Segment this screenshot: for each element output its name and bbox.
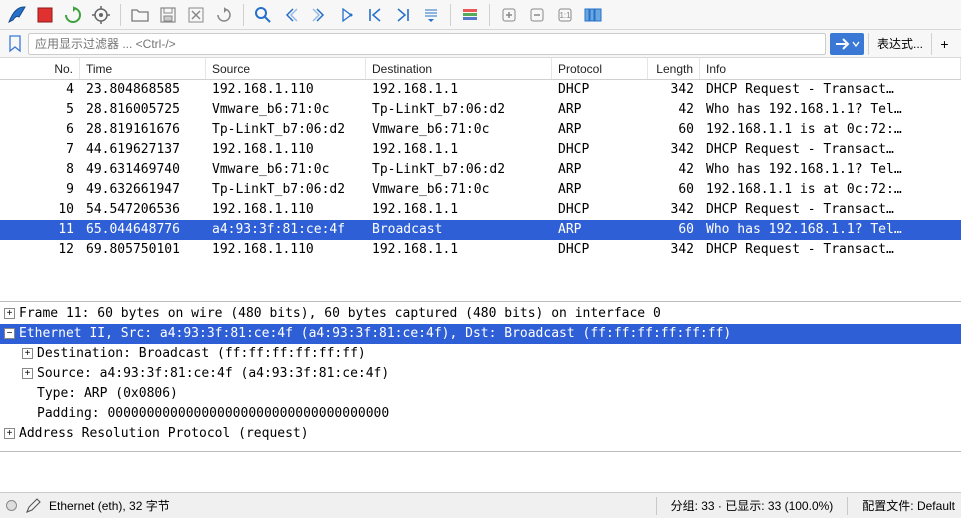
detail-line[interactable]: Padding: 0000000000000000000000000000000… bbox=[0, 404, 961, 424]
packet-details-pane[interactable]: +Frame 11: 60 bytes on wire (480 bits), … bbox=[0, 302, 961, 452]
detail-line[interactable]: Type: ARP (0x0806) bbox=[0, 384, 961, 404]
packet-row[interactable]: 1054.547206536192.168.1.110192.168.1.1DH… bbox=[0, 200, 961, 220]
col-header-info[interactable]: Info bbox=[700, 58, 961, 79]
filter-bookmark-icon[interactable] bbox=[4, 33, 26, 55]
restart-capture-button[interactable] bbox=[60, 3, 86, 27]
goto-first-button[interactable] bbox=[362, 3, 388, 27]
resize-columns-button[interactable] bbox=[580, 3, 606, 27]
expand-icon[interactable]: + bbox=[22, 348, 33, 359]
toolbar-separator bbox=[120, 4, 121, 26]
detail-line[interactable]: +Address Resolution Protocol (request) bbox=[0, 424, 961, 444]
colorize-button[interactable] bbox=[457, 3, 483, 27]
col-header-protocol[interactable]: Protocol bbox=[552, 58, 648, 79]
packet-list-body[interactable]: 423.804868585192.168.1.110192.168.1.1DHC… bbox=[0, 80, 961, 260]
packet-row[interactable]: 628.819161676Tp-LinkT_b7:06:d2Vmware_b6:… bbox=[0, 120, 961, 140]
save-file-button[interactable] bbox=[155, 3, 181, 27]
shark-fin-icon[interactable] bbox=[4, 3, 30, 27]
expert-info-indicator[interactable] bbox=[6, 500, 17, 511]
edit-icon[interactable] bbox=[25, 498, 41, 514]
status-packet-count: 分组: 33 · 已显示: 33 (100.0%) bbox=[671, 497, 834, 514]
packet-bytes-pane[interactable] bbox=[0, 452, 961, 493]
col-header-no[interactable]: No. bbox=[0, 58, 80, 79]
detail-line[interactable]: +Source: a4:93:3f:81:ce:4f (a4:93:3f:81:… bbox=[0, 364, 961, 384]
zoom-out-button[interactable] bbox=[524, 3, 550, 27]
packet-row[interactable]: 849.631469740Vmware_b6:71:0cTp-LinkT_b7:… bbox=[0, 160, 961, 180]
status-profile[interactable]: 配置文件: Default bbox=[862, 497, 955, 514]
main-toolbar: 1:1 bbox=[0, 0, 961, 30]
add-filter-button[interactable]: + bbox=[931, 33, 957, 55]
svg-text:1:1: 1:1 bbox=[559, 11, 571, 20]
packet-list-pane: No. Time Source Destination Protocol Len… bbox=[0, 58, 961, 302]
find-packet-button[interactable] bbox=[250, 3, 276, 27]
stop-capture-button[interactable] bbox=[32, 3, 58, 27]
col-header-time[interactable]: Time bbox=[80, 58, 206, 79]
toolbar-separator bbox=[489, 4, 490, 26]
expand-icon[interactable]: + bbox=[4, 428, 15, 439]
reload-button[interactable] bbox=[211, 3, 237, 27]
apply-filter-button[interactable] bbox=[830, 33, 864, 55]
expression-button[interactable]: 表达式... bbox=[868, 33, 931, 55]
toolbar-separator bbox=[450, 4, 451, 26]
open-file-button[interactable] bbox=[127, 3, 153, 27]
auto-scroll-button[interactable] bbox=[418, 3, 444, 27]
goto-last-button[interactable] bbox=[390, 3, 416, 27]
packet-row[interactable]: 949.632661947Tp-LinkT_b7:06:d2Vmware_b6:… bbox=[0, 180, 961, 200]
zoom-reset-button[interactable]: 1:1 bbox=[552, 3, 578, 27]
goto-packet-button[interactable] bbox=[334, 3, 360, 27]
packet-row[interactable]: 1165.044648776a4:93:3f:81:ce:4fBroadcast… bbox=[0, 220, 961, 240]
go-forward-button[interactable] bbox=[306, 3, 332, 27]
expand-icon[interactable]: + bbox=[22, 368, 33, 379]
col-header-length[interactable]: Length bbox=[648, 58, 700, 79]
detail-line[interactable]: +Frame 11: 60 bytes on wire (480 bits), … bbox=[0, 304, 961, 324]
detail-line[interactable]: −Ethernet II, Src: a4:93:3f:81:ce:4f (a4… bbox=[0, 324, 961, 344]
packet-row[interactable]: 1269.805750101192.168.1.110192.168.1.1DH… bbox=[0, 240, 961, 260]
status-bar: Ethernet (eth), 32 字节 分组: 33 · 已显示: 33 (… bbox=[0, 492, 961, 518]
expand-icon[interactable]: + bbox=[4, 308, 15, 319]
display-filter-input[interactable] bbox=[28, 33, 826, 55]
packet-list-header[interactable]: No. Time Source Destination Protocol Len… bbox=[0, 58, 961, 80]
go-back-button[interactable] bbox=[278, 3, 304, 27]
close-file-button[interactable] bbox=[183, 3, 209, 27]
toolbar-separator bbox=[243, 4, 244, 26]
collapse-icon[interactable]: − bbox=[4, 328, 15, 339]
zoom-in-button[interactable] bbox=[496, 3, 522, 27]
col-header-destination[interactable]: Destination bbox=[366, 58, 552, 79]
packet-row[interactable]: 744.619627137192.168.1.110192.168.1.1DHC… bbox=[0, 140, 961, 160]
col-header-source[interactable]: Source bbox=[206, 58, 366, 79]
capture-options-button[interactable] bbox=[88, 3, 114, 27]
packet-row[interactable]: 528.816005725Vmware_b6:71:0cTp-LinkT_b7:… bbox=[0, 100, 961, 120]
status-field-info: Ethernet (eth), 32 字节 bbox=[49, 497, 170, 514]
display-filter-bar: 表达式... + bbox=[0, 30, 961, 58]
detail-line[interactable]: +Destination: Broadcast (ff:ff:ff:ff:ff:… bbox=[0, 344, 961, 364]
packet-row[interactable]: 423.804868585192.168.1.110192.168.1.1DHC… bbox=[0, 80, 961, 100]
